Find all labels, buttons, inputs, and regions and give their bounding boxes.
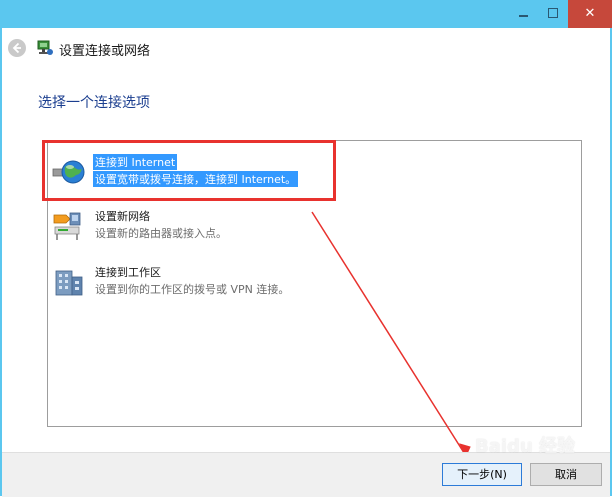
- option-connect-workplace[interactable]: 连接到工作区 设置到你的工作区的拨号或 VPN 连接。: [52, 263, 572, 303]
- globe-connect-icon: [52, 160, 85, 184]
- router-icon: [53, 212, 81, 240]
- option-description: 设置新的路由器或接入点。: [95, 227, 227, 240]
- back-arrow-icon: [12, 42, 21, 54]
- office-building-icon: [55, 270, 83, 296]
- option-connect-internet[interactable]: 连接到 Internet 设置宽带或拨号连接，连接到 Internet。: [52, 153, 572, 193]
- wizard-title: 设置连接或网络: [59, 44, 151, 59]
- next-button[interactable]: 下一步(N): [442, 463, 522, 486]
- maximize-icon: [548, 8, 558, 18]
- option-name: 连接到工作区: [95, 266, 161, 279]
- close-button[interactable]: ✕: [568, 0, 612, 28]
- minimize-button[interactable]: [508, 0, 538, 28]
- network-setup-icon: [37, 40, 53, 55]
- option-description: 设置宽带或拨号连接，连接到 Internet。: [93, 171, 299, 187]
- option-description: 设置到你的工作区的拨号或 VPN 连接。: [95, 283, 290, 296]
- window-border-left: [0, 28, 2, 496]
- option-name: 设置新网络: [95, 210, 150, 223]
- page-heading: 选择一个连接选项: [38, 95, 150, 111]
- option-name: 连接到 Internet: [93, 154, 178, 170]
- wizard-footer: 下一步(N) 取消: [2, 452, 610, 497]
- back-button[interactable]: [8, 39, 26, 57]
- minimize-icon: [519, 15, 528, 17]
- wizard-header: 设置连接或网络: [2, 28, 610, 70]
- close-icon: ✕: [584, 6, 596, 21]
- window-titlebar[interactable]: ✕: [0, 0, 612, 28]
- connection-options-list[interactable]: 连接到 Internet 设置宽带或拨号连接，连接到 Internet。 设置新…: [47, 140, 582, 427]
- maximize-button[interactable]: [538, 0, 568, 28]
- cancel-button[interactable]: 取消: [530, 463, 602, 486]
- option-setup-new-network[interactable]: 设置新网络 设置新的路由器或接入点。: [52, 207, 572, 247]
